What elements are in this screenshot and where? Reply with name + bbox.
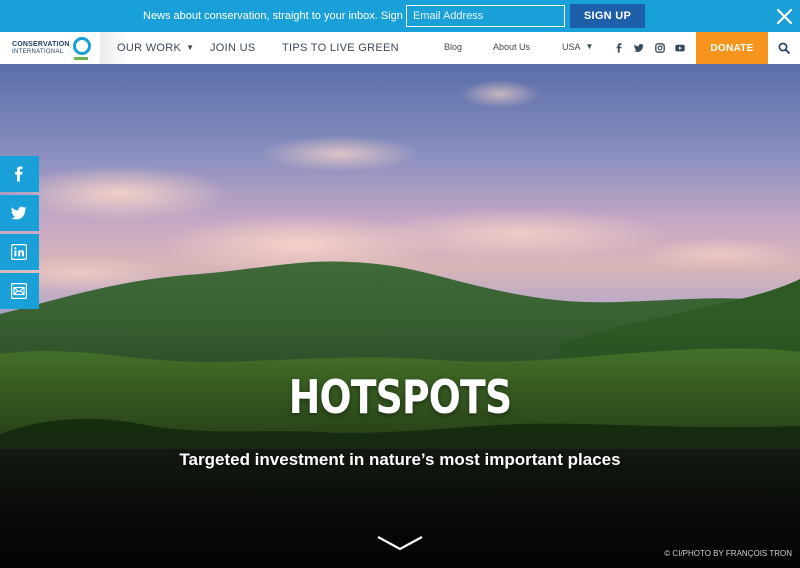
youtube-icon[interactable] xyxy=(675,43,685,53)
logo-circle-icon xyxy=(73,37,91,55)
region-selector[interactable]: USA ▼ xyxy=(562,42,593,52)
close-icon[interactable] xyxy=(776,8,793,25)
share-email-button[interactable] xyxy=(0,273,39,309)
photo-credit: © CI/PHOTO BY FRANÇOIS TRON xyxy=(664,549,792,558)
share-linkedin-button[interactable] xyxy=(0,234,39,270)
nav-our-work[interactable]: OUR WORK ▼ xyxy=(117,42,194,54)
twitter-icon[interactable] xyxy=(634,43,644,53)
logo-text-line2: INTERNATIONAL xyxy=(12,49,64,55)
logo-green-bar xyxy=(74,57,88,60)
search-icon[interactable] xyxy=(778,42,790,54)
nav-blog[interactable]: Blog xyxy=(444,42,462,52)
main-navigation: CONSERVATION INTERNATIONAL OUR WORK ▼ JOI… xyxy=(0,32,800,64)
nav-join-us[interactable]: JOIN US xyxy=(210,42,256,54)
facebook-icon xyxy=(15,166,23,182)
share-facebook-button[interactable] xyxy=(0,156,39,192)
nav-tips-to-live-green[interactable]: TIPS TO LIVE GREEN xyxy=(282,42,399,54)
sign-up-button[interactable]: SIGN UP xyxy=(570,4,645,28)
conservation-international-logo[interactable]: CONSERVATION INTERNATIONAL xyxy=(10,35,100,61)
page-subtitle: Targeted investment in nature’s most imp… xyxy=(179,450,621,469)
hero-landscape-photo xyxy=(0,80,800,568)
nav-about-us[interactable]: About Us xyxy=(493,42,530,52)
share-twitter-button[interactable] xyxy=(0,195,39,231)
signup-message: News about conservation, straight to you… xyxy=(143,10,444,22)
nav-our-work-label: OUR WORK xyxy=(117,42,182,54)
twitter-icon xyxy=(11,206,27,220)
donate-button[interactable]: DONATE xyxy=(696,32,768,64)
scroll-down-chevron-icon[interactable] xyxy=(376,534,424,552)
newsletter-signup-bar: News about conservation, straight to you… xyxy=(0,0,800,32)
linkedin-icon xyxy=(11,244,27,260)
hero-banner: HOTSPOTS Targeted investment in nature’s… xyxy=(0,64,800,568)
chevron-down-icon: ▼ xyxy=(186,43,195,52)
page-title: HOTSPOTS xyxy=(288,370,512,424)
region-label: USA xyxy=(562,42,581,52)
instagram-icon[interactable] xyxy=(655,43,665,53)
email-icon xyxy=(11,283,27,299)
email-field[interactable] xyxy=(406,5,565,27)
facebook-icon[interactable] xyxy=(614,43,624,53)
chevron-down-icon: ▼ xyxy=(585,42,594,51)
logo-text-line1: CONSERVATION xyxy=(12,41,70,48)
